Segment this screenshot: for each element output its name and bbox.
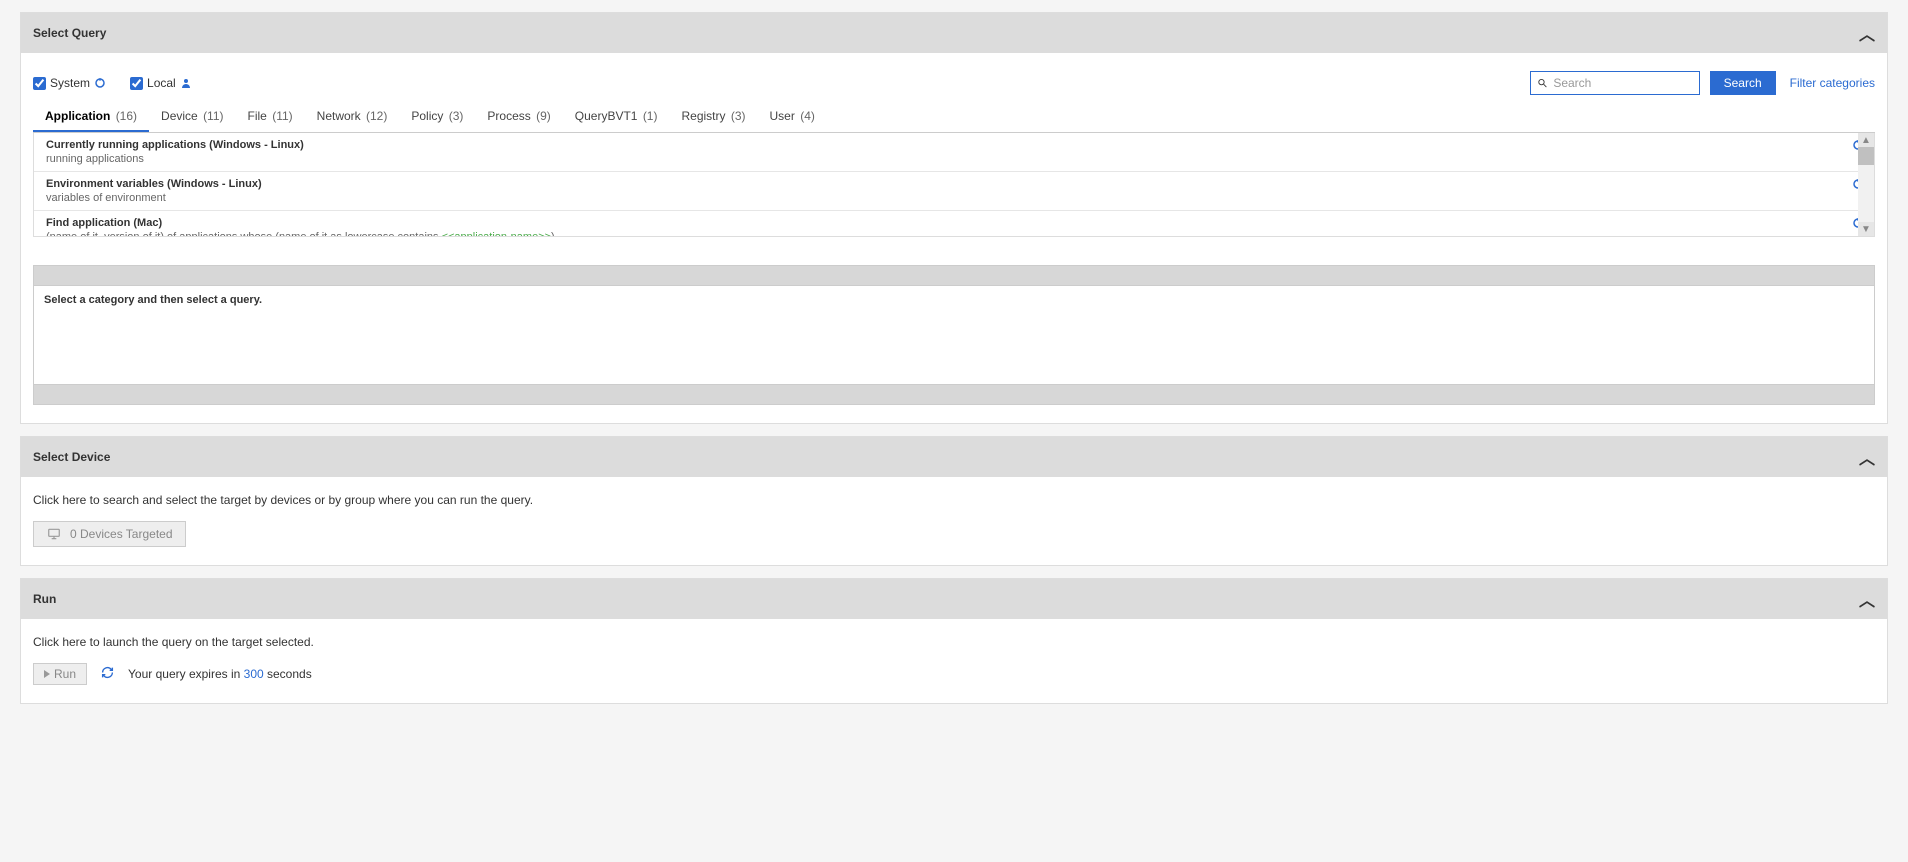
- query-desc: running applications: [46, 153, 1846, 165]
- query-list: Currently running applications (Windows …: [33, 133, 1875, 237]
- devices-targeted-label: 0 Devices Targeted: [70, 527, 173, 541]
- run-line: Run Your query expires in 300 seconds: [33, 663, 1875, 685]
- query-title: Currently running applications (Windows …: [46, 139, 1846, 151]
- select-query-body: System Local Search Filter categories: [21, 53, 1887, 423]
- system-checkbox-wrap[interactable]: System: [33, 76, 106, 90]
- query-editor: Select a category and then select a quer…: [33, 265, 1875, 405]
- category-tabs: Application (16) Device (11) File (11) N…: [33, 103, 1875, 133]
- filter-row: System Local Search Filter categories: [33, 65, 1875, 97]
- system-label: System: [50, 76, 90, 90]
- scroll-down-button[interactable]: ▼: [1858, 222, 1874, 236]
- editor-body[interactable]: Select a category and then select a quer…: [33, 285, 1875, 385]
- chevron-up-icon[interactable]: ︿: [1859, 21, 1875, 45]
- select-device-panel: Select Device ︿ Click here to search and…: [20, 436, 1888, 566]
- select-device-body: Click here to search and select the targ…: [21, 477, 1887, 565]
- user-icon: [180, 77, 192, 89]
- select-query-title: Select Query: [33, 26, 106, 40]
- tab-registry[interactable]: Registry (3): [669, 103, 757, 132]
- system-checkbox[interactable]: [33, 77, 46, 90]
- editor-toolbar-top: [33, 265, 1875, 285]
- search-icon: [1537, 77, 1548, 89]
- scroll-up-button[interactable]: ▲: [1858, 133, 1874, 147]
- select-device-hint: Click here to search and select the targ…: [33, 489, 1875, 521]
- tab-application[interactable]: Application (16): [33, 103, 149, 132]
- query-title: Find application (Mac): [46, 217, 1846, 229]
- run-title: Run: [33, 592, 56, 606]
- search-box[interactable]: [1530, 71, 1700, 95]
- tab-network[interactable]: Network (12): [305, 103, 400, 132]
- refresh-icon[interactable]: [101, 666, 114, 682]
- system-icon: [94, 77, 106, 89]
- tab-process[interactable]: Process (9): [475, 103, 562, 132]
- editor-toolbar-bottom: [33, 385, 1875, 405]
- monitor-icon: [46, 527, 62, 541]
- select-query-header[interactable]: Select Query ︿: [21, 13, 1887, 53]
- tab-policy[interactable]: Policy (3): [399, 103, 475, 132]
- tab-file[interactable]: File (11): [236, 103, 305, 132]
- query-desc: variables of environment: [46, 192, 1846, 204]
- devices-targeted-button[interactable]: 0 Devices Targeted: [33, 521, 186, 547]
- run-hint: Click here to launch the query on the ta…: [33, 631, 1875, 663]
- search-input[interactable]: [1553, 76, 1692, 90]
- chevron-up-icon[interactable]: ︿: [1859, 445, 1875, 469]
- play-icon: [44, 670, 50, 678]
- run-button-label: Run: [54, 667, 76, 681]
- tab-user[interactable]: User (4): [758, 103, 827, 132]
- query-desc: (name of it, version of it) of applicati…: [46, 231, 1846, 237]
- tab-querybvt1[interactable]: QueryBVT1 (1): [563, 103, 670, 132]
- local-label: Local: [147, 76, 176, 90]
- query-row[interactable]: Environment variables (Windows - Linux) …: [34, 172, 1874, 211]
- scrollbar[interactable]: ▲ ▼: [1858, 133, 1874, 236]
- query-row[interactable]: Find application (Mac) (name of it, vers…: [34, 211, 1874, 237]
- tab-device[interactable]: Device (11): [149, 103, 235, 132]
- chevron-up-icon[interactable]: ︿: [1859, 587, 1875, 611]
- local-checkbox-wrap[interactable]: Local: [130, 76, 192, 90]
- select-query-panel: Select Query ︿ System Local: [20, 12, 1888, 424]
- run-button[interactable]: Run: [33, 663, 87, 685]
- run-header[interactable]: Run ︿: [21, 579, 1887, 619]
- filter-categories-link[interactable]: Filter categories: [1790, 76, 1875, 90]
- select-device-header[interactable]: Select Device ︿: [21, 437, 1887, 477]
- run-body: Click here to launch the query on the ta…: [21, 619, 1887, 703]
- select-device-title: Select Device: [33, 450, 110, 464]
- query-row[interactable]: Currently running applications (Windows …: [34, 133, 1874, 172]
- search-button[interactable]: Search: [1710, 71, 1776, 95]
- query-title: Environment variables (Windows - Linux): [46, 178, 1846, 190]
- expire-text: Your query expires in 300 seconds: [128, 667, 312, 681]
- local-checkbox[interactable]: [130, 77, 143, 90]
- scroll-thumb[interactable]: [1858, 147, 1874, 165]
- run-panel: Run ︿ Click here to launch the query on …: [20, 578, 1888, 704]
